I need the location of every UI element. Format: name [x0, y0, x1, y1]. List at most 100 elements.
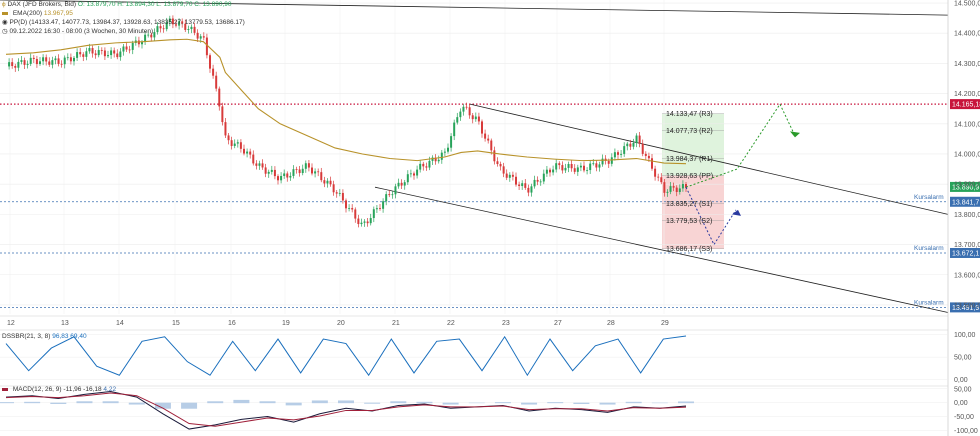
candle-body [252, 154, 255, 164]
candle-body [82, 54, 85, 57]
macd-histogram-bar [364, 402, 381, 404]
candle-body [505, 173, 508, 178]
timestamp: 09.12.2022 16:30 - 08:00 [9, 28, 83, 35]
candle-body [471, 115, 474, 120]
candle-body [598, 164, 601, 168]
macd-histogram-bar [0, 402, 14, 404]
legend-ema[interactable]: EMA(200) 13.967,95 [2, 10, 73, 18]
macd-histogram-bar [50, 402, 67, 404]
candle-body [230, 140, 233, 146]
candle-body [647, 155, 650, 159]
candle-body [403, 182, 406, 186]
macd-histogram-bar [102, 401, 119, 404]
dss-values: 96,83 69,40 [52, 333, 87, 340]
candle-body [555, 163, 558, 170]
macd-histogram-bar [599, 402, 616, 405]
candle-body [409, 173, 412, 175]
candle-body [379, 208, 381, 209]
candle-body [533, 179, 536, 187]
macd-label: MACD(12, 26, 9) [12, 386, 62, 393]
candle-body [304, 163, 307, 169]
channel-lower-line [374, 186, 949, 313]
candle-body [354, 209, 357, 219]
candle-body [564, 167, 567, 171]
candle-body [382, 201, 385, 209]
candle-body [675, 187, 678, 192]
price-tick-label: 14.500,00 [954, 1, 980, 8]
candle-body [298, 169, 301, 174]
candle-body [239, 142, 242, 149]
candle-body [348, 208, 351, 209]
candle-body [351, 208, 354, 210]
macd-tick-label: 50,00 [954, 386, 972, 393]
price-tick-label: 13.500,00 [954, 302, 980, 309]
legend-pp[interactable]: ◉ PP(D) (14133.47, 14077.73, 13984.37, 1… [2, 19, 245, 27]
candle-body [527, 187, 530, 193]
candle-body [119, 51, 122, 58]
macd-histogram-bar [494, 402, 511, 404]
candle-body [153, 32, 156, 38]
candle-body [542, 173, 545, 182]
candle-body [76, 52, 79, 58]
pivot-level-label: 13.686,17 (S3) [666, 246, 712, 253]
candle-body [391, 194, 394, 196]
candle-body [425, 166, 428, 168]
legend-macd[interactable]: MACD(12, 26, 9) -11,96 -16,18 4,22 [2, 386, 116, 394]
candle-body [406, 174, 409, 183]
candle-body [301, 168, 304, 174]
candle-body [88, 48, 91, 52]
candle-body [29, 57, 32, 64]
date-tick-label: 20 [337, 320, 345, 327]
macd-extra: 4,22 [103, 386, 117, 393]
candle-body [26, 63, 29, 65]
candle-body [273, 169, 276, 177]
candle-body [447, 147, 449, 152]
candle-body [607, 160, 610, 164]
candle-body [255, 163, 258, 166]
candle-body [69, 57, 72, 62]
candle-body [227, 135, 230, 141]
candle-body [311, 167, 313, 174]
macd-panel: 50,00 0,00 -50,00 -100,00 [0, 385, 978, 435]
candle-body [258, 163, 261, 166]
dss-tick-label: 50,00 [954, 355, 972, 362]
legend-dss[interactable]: DSSBR(21, 3, 8) 96,83 69,40 [2, 333, 87, 341]
candle-body [561, 165, 564, 171]
pp-values: (14133.47, 14077.73, 13984.37, 13928.63,… [29, 19, 245, 26]
macd-histogram-bar [651, 402, 668, 404]
macd-histogram-bar [233, 399, 250, 404]
candle-body [110, 50, 113, 56]
legend-timestamp: ◷ 09.12.2022 16:30 - 08:00 (3 Wochen, 30… [2, 28, 153, 36]
date-tick-label: 12 [7, 320, 15, 327]
alarm-badge-text: 13.672,1 [952, 250, 979, 257]
candle-body [94, 53, 97, 56]
candle-body [545, 169, 548, 174]
candle-body [589, 163, 592, 171]
blue-arrowhead [732, 209, 741, 216]
macd-histogram-bar [285, 402, 302, 406]
price-tick-label: 14.400,00 [954, 31, 980, 38]
candle-body [468, 107, 471, 116]
date-tick-label: 15 [172, 320, 180, 327]
macd-tick-label: 0,00 [954, 400, 968, 407]
chart-canvas: 14.165,18 Kursalarm 13.841,7 Kursalarm 13.67… [0, 0, 980, 436]
candle-body [317, 171, 320, 173]
candle-body [681, 183, 684, 189]
candle-body [51, 60, 54, 65]
macd-values: -11,96 -16,18 [63, 386, 102, 393]
price-tick-label: 13.900,00 [954, 182, 980, 189]
candle-body [323, 180, 326, 184]
candle-body [629, 143, 632, 147]
candle-body [394, 186, 397, 195]
candle-body [521, 183, 524, 187]
candle-body [511, 174, 514, 177]
candles [8, 15, 687, 228]
macd-histogram-bar [573, 402, 590, 404]
candle-body [462, 106, 465, 112]
candle-body [508, 174, 511, 178]
candle-body [437, 159, 440, 162]
candle-body [669, 186, 672, 192]
candle-body [623, 146, 626, 154]
candle-body [48, 61, 51, 65]
candle-body [413, 173, 415, 176]
